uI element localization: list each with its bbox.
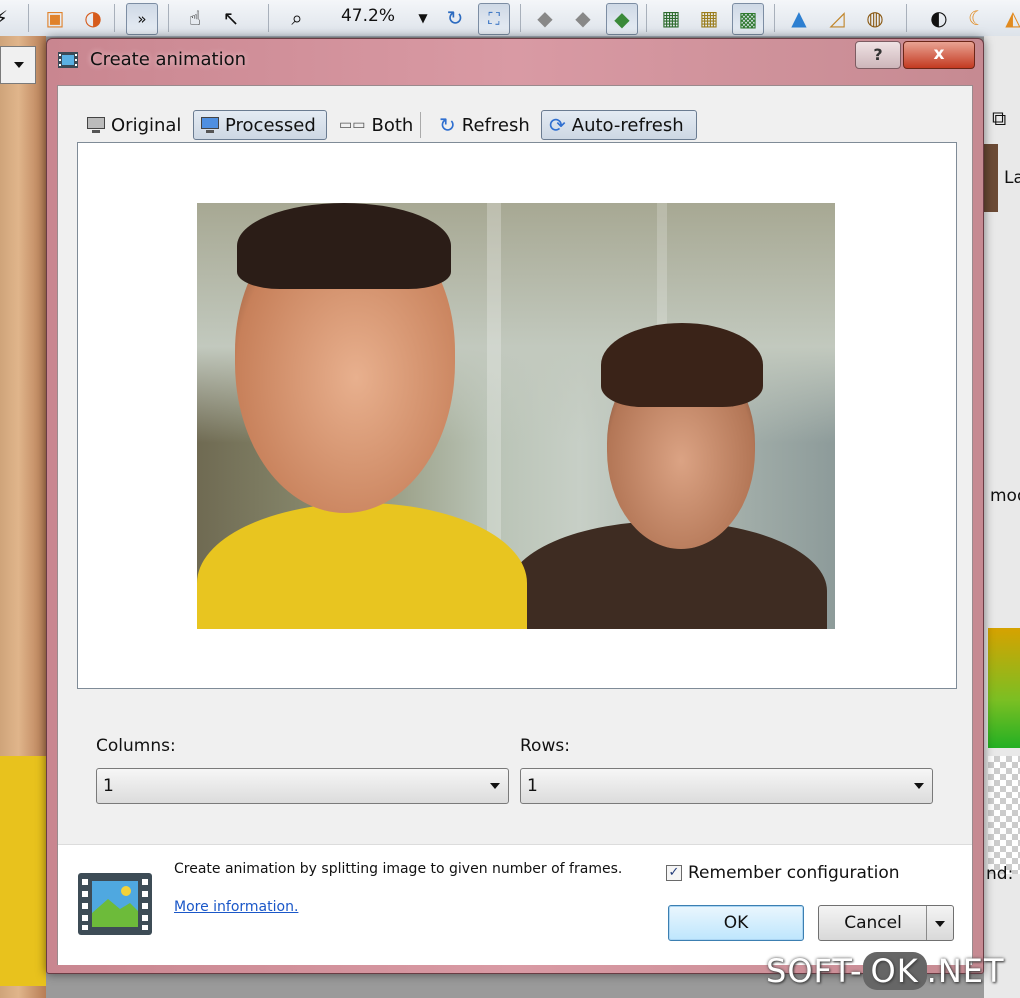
rows-label: Rows: [520, 736, 570, 756]
contrast-icon[interactable]: ◐ [924, 3, 954, 33]
blend-label: nd: [986, 864, 1014, 884]
refresh-label: Refresh [461, 114, 530, 136]
info-description: Create animation by splitting image to g… [174, 861, 623, 877]
canvas-background [0, 36, 46, 998]
help-button[interactable]: ? [855, 41, 901, 69]
mode-label: mod [990, 486, 1020, 506]
dialog-client-area: Original Processed ▭▭ Both ↻ Refresh ⟳ A… [57, 85, 973, 965]
toolbar-separator [520, 4, 521, 32]
more-information-link[interactable]: More information. [174, 899, 298, 915]
transparency-swatch[interactable] [988, 756, 1020, 874]
auto-refresh-icon: ⟳ [549, 113, 566, 137]
toolbar-separator [906, 4, 907, 32]
split-view-icon: ▭▭ [339, 117, 366, 133]
chevron-down-icon [914, 783, 924, 789]
original-label: Original [111, 114, 182, 136]
toolbar-separator [168, 4, 169, 32]
original-view-button[interactable]: Original [80, 110, 188, 140]
columns-label: Columns: [96, 736, 176, 756]
toolbar-separator [28, 4, 29, 32]
popout-icon[interactable]: ⧉ [992, 106, 1006, 130]
zoom-level[interactable]: 47.2% [326, 4, 410, 28]
grid-color-icon[interactable]: ▦ [694, 3, 724, 33]
grid-icon[interactable]: ▦ [656, 3, 686, 33]
photo-person-left-hair [237, 203, 451, 289]
eraser-icon[interactable]: ◭ [998, 3, 1020, 33]
hand-icon[interactable]: ☝ [180, 3, 210, 33]
layers-icon[interactable]: ▣ [40, 3, 70, 33]
pointer-help-icon[interactable]: ↖ [216, 3, 246, 33]
refresh-icon: ↻ [439, 113, 456, 137]
cancel-button[interactable]: Cancel [818, 905, 954, 941]
columns-value: 1 [103, 776, 114, 796]
image-preview [77, 142, 957, 689]
image-icon[interactable]: ▩ [732, 3, 764, 35]
ok-button[interactable]: OK [668, 905, 804, 941]
landscape-icon[interactable]: ▲ [784, 3, 814, 33]
preview-photo [197, 203, 835, 629]
columns-select[interactable]: 1 [96, 768, 509, 804]
color-swap-icon[interactable]: ◑ [78, 3, 108, 33]
toolbar-separator [420, 112, 421, 138]
zoom-dropdown-arrow-icon[interactable]: ▼ [408, 3, 438, 33]
ruler-icon[interactable]: ◿ [822, 3, 852, 33]
both-view-button[interactable]: ▭▭ Both [332, 110, 420, 140]
layer-top-icon[interactable]: ◆ [606, 3, 638, 35]
film-icon [58, 52, 78, 68]
planet-icon[interactable]: ◍ [860, 3, 890, 33]
create-animation-dialog: Create animation ? x Original Processed … [46, 38, 984, 974]
rows-value: 1 [527, 776, 538, 796]
tool-icon[interactable]: ⚡ [0, 3, 16, 33]
remember-configuration-row[interactable]: ✓ Remember configuration [666, 863, 900, 883]
monitor-gray-icon [87, 117, 105, 133]
fit-screen-icon[interactable]: ⛶ [478, 3, 510, 35]
zoom-icon[interactable]: ⌕ [282, 3, 312, 33]
main-toolbar: ⚡ ▣ ◑ » ☝ ↖ ⌕ 47.2% ▼ ↻ ⛶ ◆ ◆ ◆ ▦ ▦ ▩ ▲ … [0, 0, 1020, 37]
auto-refresh-button[interactable]: ⟳ Auto-refresh [541, 110, 697, 140]
monitor-blue-icon [201, 117, 219, 133]
watermark: SOFT- OK .NET [766, 952, 1005, 990]
remember-checkbox[interactable]: ✓ [666, 865, 682, 881]
watermark-domain: .NET [926, 952, 1005, 990]
auto-refresh-label: Auto-refresh [571, 114, 684, 136]
canvas-background-shirt [0, 756, 46, 986]
toolbar-separator [646, 4, 647, 32]
layer-bottom-icon[interactable]: ◆ [530, 3, 560, 33]
chevron-down-icon [935, 921, 945, 927]
dialog-title: Create animation [90, 49, 247, 70]
dialog-footer: Create animation by splitting image to g… [58, 844, 972, 965]
chevron-down-icon [490, 783, 500, 789]
rotate-icon[interactable]: ↻ [440, 3, 470, 33]
watermark-text: SOFT- [766, 952, 863, 990]
forward-icon[interactable]: » [126, 3, 158, 35]
photo-person-left-shirt [197, 503, 527, 629]
processed-label: Processed [225, 114, 316, 136]
watermark-ok: OK [862, 952, 927, 990]
toolbar-separator [268, 4, 269, 32]
both-label: Both [371, 114, 414, 136]
cancel-label: Cancel [844, 913, 902, 933]
chevron-down-icon [14, 62, 24, 68]
left-dropdown[interactable] [0, 46, 36, 84]
film-strip-icon [78, 873, 152, 935]
photo-person-right-hair [601, 323, 763, 407]
cancel-dropdown[interactable] [926, 906, 953, 940]
layer-middle-icon[interactable]: ◆ [568, 3, 598, 33]
right-panel: ⧉ La mod nd: [984, 36, 1020, 998]
layer-label: La [1004, 168, 1020, 188]
refresh-button[interactable]: ↻ Refresh [432, 110, 537, 140]
toolbar-separator [774, 4, 775, 32]
moon-icon[interactable]: ☾ [962, 3, 992, 33]
rows-select[interactable]: 1 [520, 768, 933, 804]
close-button[interactable]: x [903, 41, 975, 69]
toolbar-separator [114, 4, 115, 32]
layer-thumbnail[interactable] [984, 144, 998, 212]
remember-label: Remember configuration [688, 863, 900, 883]
color-gradient-swatch[interactable] [988, 628, 1020, 748]
processed-view-button[interactable]: Processed [193, 110, 327, 140]
